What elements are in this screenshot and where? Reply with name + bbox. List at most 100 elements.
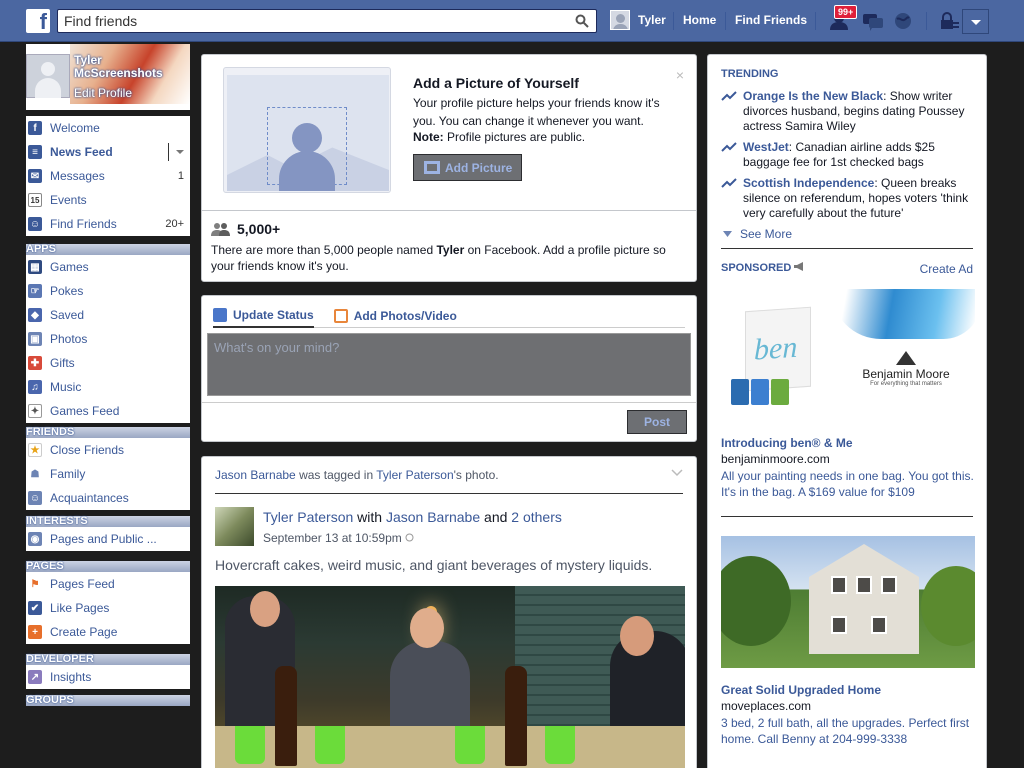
sidebar-item-games[interactable]: ▦ Games (26, 255, 190, 279)
actor-link[interactable]: Jason Barnabe (215, 468, 296, 482)
sidebar-item-family[interactable]: ☗ Family (26, 462, 190, 486)
post-button[interactable]: Post (627, 410, 687, 434)
notifications-globe-icon[interactable] (892, 11, 914, 31)
sidebar-item-label: Close Friends (50, 443, 125, 457)
sidebar-item-games-feed[interactable]: ✦ Games Feed (26, 399, 190, 423)
photo-face (620, 616, 654, 656)
avatar[interactable] (26, 54, 70, 98)
nav-friends: ★ Close Friends ☗ Family ☺ Acquaintances (26, 438, 190, 510)
trending-arrow-icon (721, 178, 737, 188)
create-ad-link[interactable]: Create Ad (920, 262, 973, 276)
feed-story: Jason Barnabe was tagged in Tyler Paters… (201, 456, 697, 768)
privacy-lock-icon[interactable] (938, 11, 960, 31)
brand-tagline: For everything that matters (870, 381, 942, 387)
sidebar-item-find-friends[interactable]: ☺ Find Friends 20+ (26, 212, 190, 236)
bag-logo: ben (754, 330, 798, 367)
top-bar: f Tyler Home Find Friends 99+ (0, 0, 1024, 42)
nav-pages: ⚑ Pages Feed ✔ Like Pages + Create Page (26, 572, 190, 644)
chevron-down-icon[interactable] (176, 150, 184, 158)
profile-name[interactable]: Tyler McScreenshots (74, 54, 190, 80)
prompt-note: Note: Profile pictures are public. (413, 130, 585, 144)
sidebar-item-photos[interactable]: ▣ Photos (26, 327, 190, 351)
topbar-profile-link[interactable]: Tyler (610, 10, 666, 30)
photo-cup (455, 726, 485, 764)
friends-icon: ☺ (28, 217, 42, 231)
ad-url: benjaminmoore.com (721, 452, 830, 466)
add-picture-button[interactable]: Add Picture (413, 154, 522, 181)
audience-globe-icon[interactable] (405, 531, 414, 545)
section-header-groups: GROUPS (26, 695, 190, 706)
sidebar-item-events[interactable]: 15 Events (26, 188, 190, 212)
camera-icon (424, 161, 440, 174)
games-icon: ▦ (28, 260, 42, 274)
search-box[interactable] (57, 9, 597, 33)
sidebar-item-like-pages[interactable]: ✔ Like Pages (26, 596, 190, 620)
tab-update-status[interactable]: Update Status (213, 304, 314, 328)
sidebar-item-label: Games Feed (50, 404, 120, 418)
sidebar-item-music[interactable]: ♫ Music (26, 375, 190, 399)
find-friends-link[interactable]: Find Friends (735, 13, 807, 27)
avatar[interactable] (215, 507, 254, 546)
tab-add-photos[interactable]: Add Photos/Video (333, 304, 457, 328)
sidebar-item-acquaintances[interactable]: ☺ Acquaintances (26, 486, 190, 510)
home-link[interactable]: Home (683, 13, 716, 27)
note-text: Profile pictures are public. (443, 130, 586, 144)
desc-text: There are more than 5,000 people named (211, 243, 437, 257)
trending-topic[interactable]: Orange Is the New Black (743, 89, 883, 103)
ad-description: All your painting needs in one bag. You … (721, 469, 974, 499)
ad-title[interactable]: Great Solid Upgraded Home (721, 683, 881, 697)
sidebar-item-create-page[interactable]: + Create Page (26, 620, 190, 644)
photos-icon: ▣ (28, 332, 42, 346)
sidebar-item-news-feed[interactable]: ≡ News Feed (26, 140, 190, 164)
sidebar-item-saved[interactable]: ◆ Saved (26, 303, 190, 327)
sidebar-item-label: Saved (50, 308, 85, 322)
trending-item[interactable]: Scottish Independence: Queen breaks sile… (721, 176, 971, 221)
messages-icon[interactable] (862, 11, 884, 31)
brand-name: Benjamin Moore (862, 367, 950, 381)
target-link[interactable]: Tyler Paterson (376, 468, 453, 482)
status-input[interactable] (208, 334, 690, 395)
close-icon[interactable]: × (676, 67, 684, 83)
timestamp-link[interactable]: September 13 at 10:59pm (263, 531, 402, 545)
sidebar-item-pages-feed[interactable]: ⚑ Pages Feed (26, 572, 190, 596)
sidebar-item-close-friends[interactable]: ★ Close Friends (26, 438, 190, 462)
chevron-down-icon[interactable] (671, 468, 683, 480)
sidebar-item-pages-and-public[interactable]: ◉ Pages and Public ... (26, 527, 190, 551)
notification-badge: 99+ (834, 5, 858, 19)
benjamin-moore-logo: Benjamin Moore For everything that matte… (851, 351, 961, 387)
sidebar-item-label: Family (50, 467, 86, 481)
search-icon[interactable] (568, 10, 596, 32)
avatar (610, 10, 630, 30)
photo-cup (235, 726, 265, 764)
ad-image[interactable] (721, 536, 975, 668)
sidebar-item-insights[interactable]: ↗ Insights (26, 665, 190, 689)
post-photo[interactable] (215, 586, 685, 768)
sidebar-item-label: Pokes (50, 284, 84, 298)
profile-picture-placeholder[interactable] (223, 67, 391, 193)
ad-image[interactable]: ben Benjamin Moore For everything that m… (721, 289, 975, 409)
right-sidebar: TRENDING Orange Is the New Black: Show w… (707, 54, 987, 768)
edit-profile-link[interactable]: Edit Profile (74, 86, 132, 100)
note-label: Note: (413, 130, 444, 144)
sidebar-item-gifts[interactable]: ✚ Gifts (26, 351, 190, 375)
search-input[interactable] (58, 10, 558, 32)
account-menu-chevron-down-icon[interactable] (962, 9, 989, 34)
divider (926, 12, 927, 30)
sidebar-item-welcome[interactable]: f Welcome (26, 116, 190, 140)
author-link[interactable]: Tyler Paterson (263, 509, 353, 525)
trending-item[interactable]: Orange Is the New Black: Show writer div… (721, 89, 971, 134)
trending-topic[interactable]: WestJet (743, 140, 789, 154)
sidebar-item-pokes[interactable]: ☞ Pokes (26, 279, 190, 303)
see-more-link[interactable]: See More (723, 227, 792, 241)
ad-title[interactable]: Introducing ben® & Me (721, 436, 853, 450)
ad-url: moveplaces.com (721, 699, 812, 713)
trending-item[interactable]: WestJet: Canadian airline adds $25 bagga… (721, 140, 971, 170)
message-count: 1 (177, 170, 184, 182)
context-text: was tagged in (295, 468, 377, 482)
trending-topic[interactable]: Scottish Independence (743, 176, 874, 190)
facebook-logo-icon[interactable]: f (26, 9, 50, 33)
sidebar-item-messages[interactable]: ✉ Messages 1 (26, 164, 190, 188)
divider (721, 516, 973, 517)
others-link[interactable]: 2 others (511, 509, 562, 525)
tagged-link[interactable]: Jason Barnabe (386, 509, 480, 525)
